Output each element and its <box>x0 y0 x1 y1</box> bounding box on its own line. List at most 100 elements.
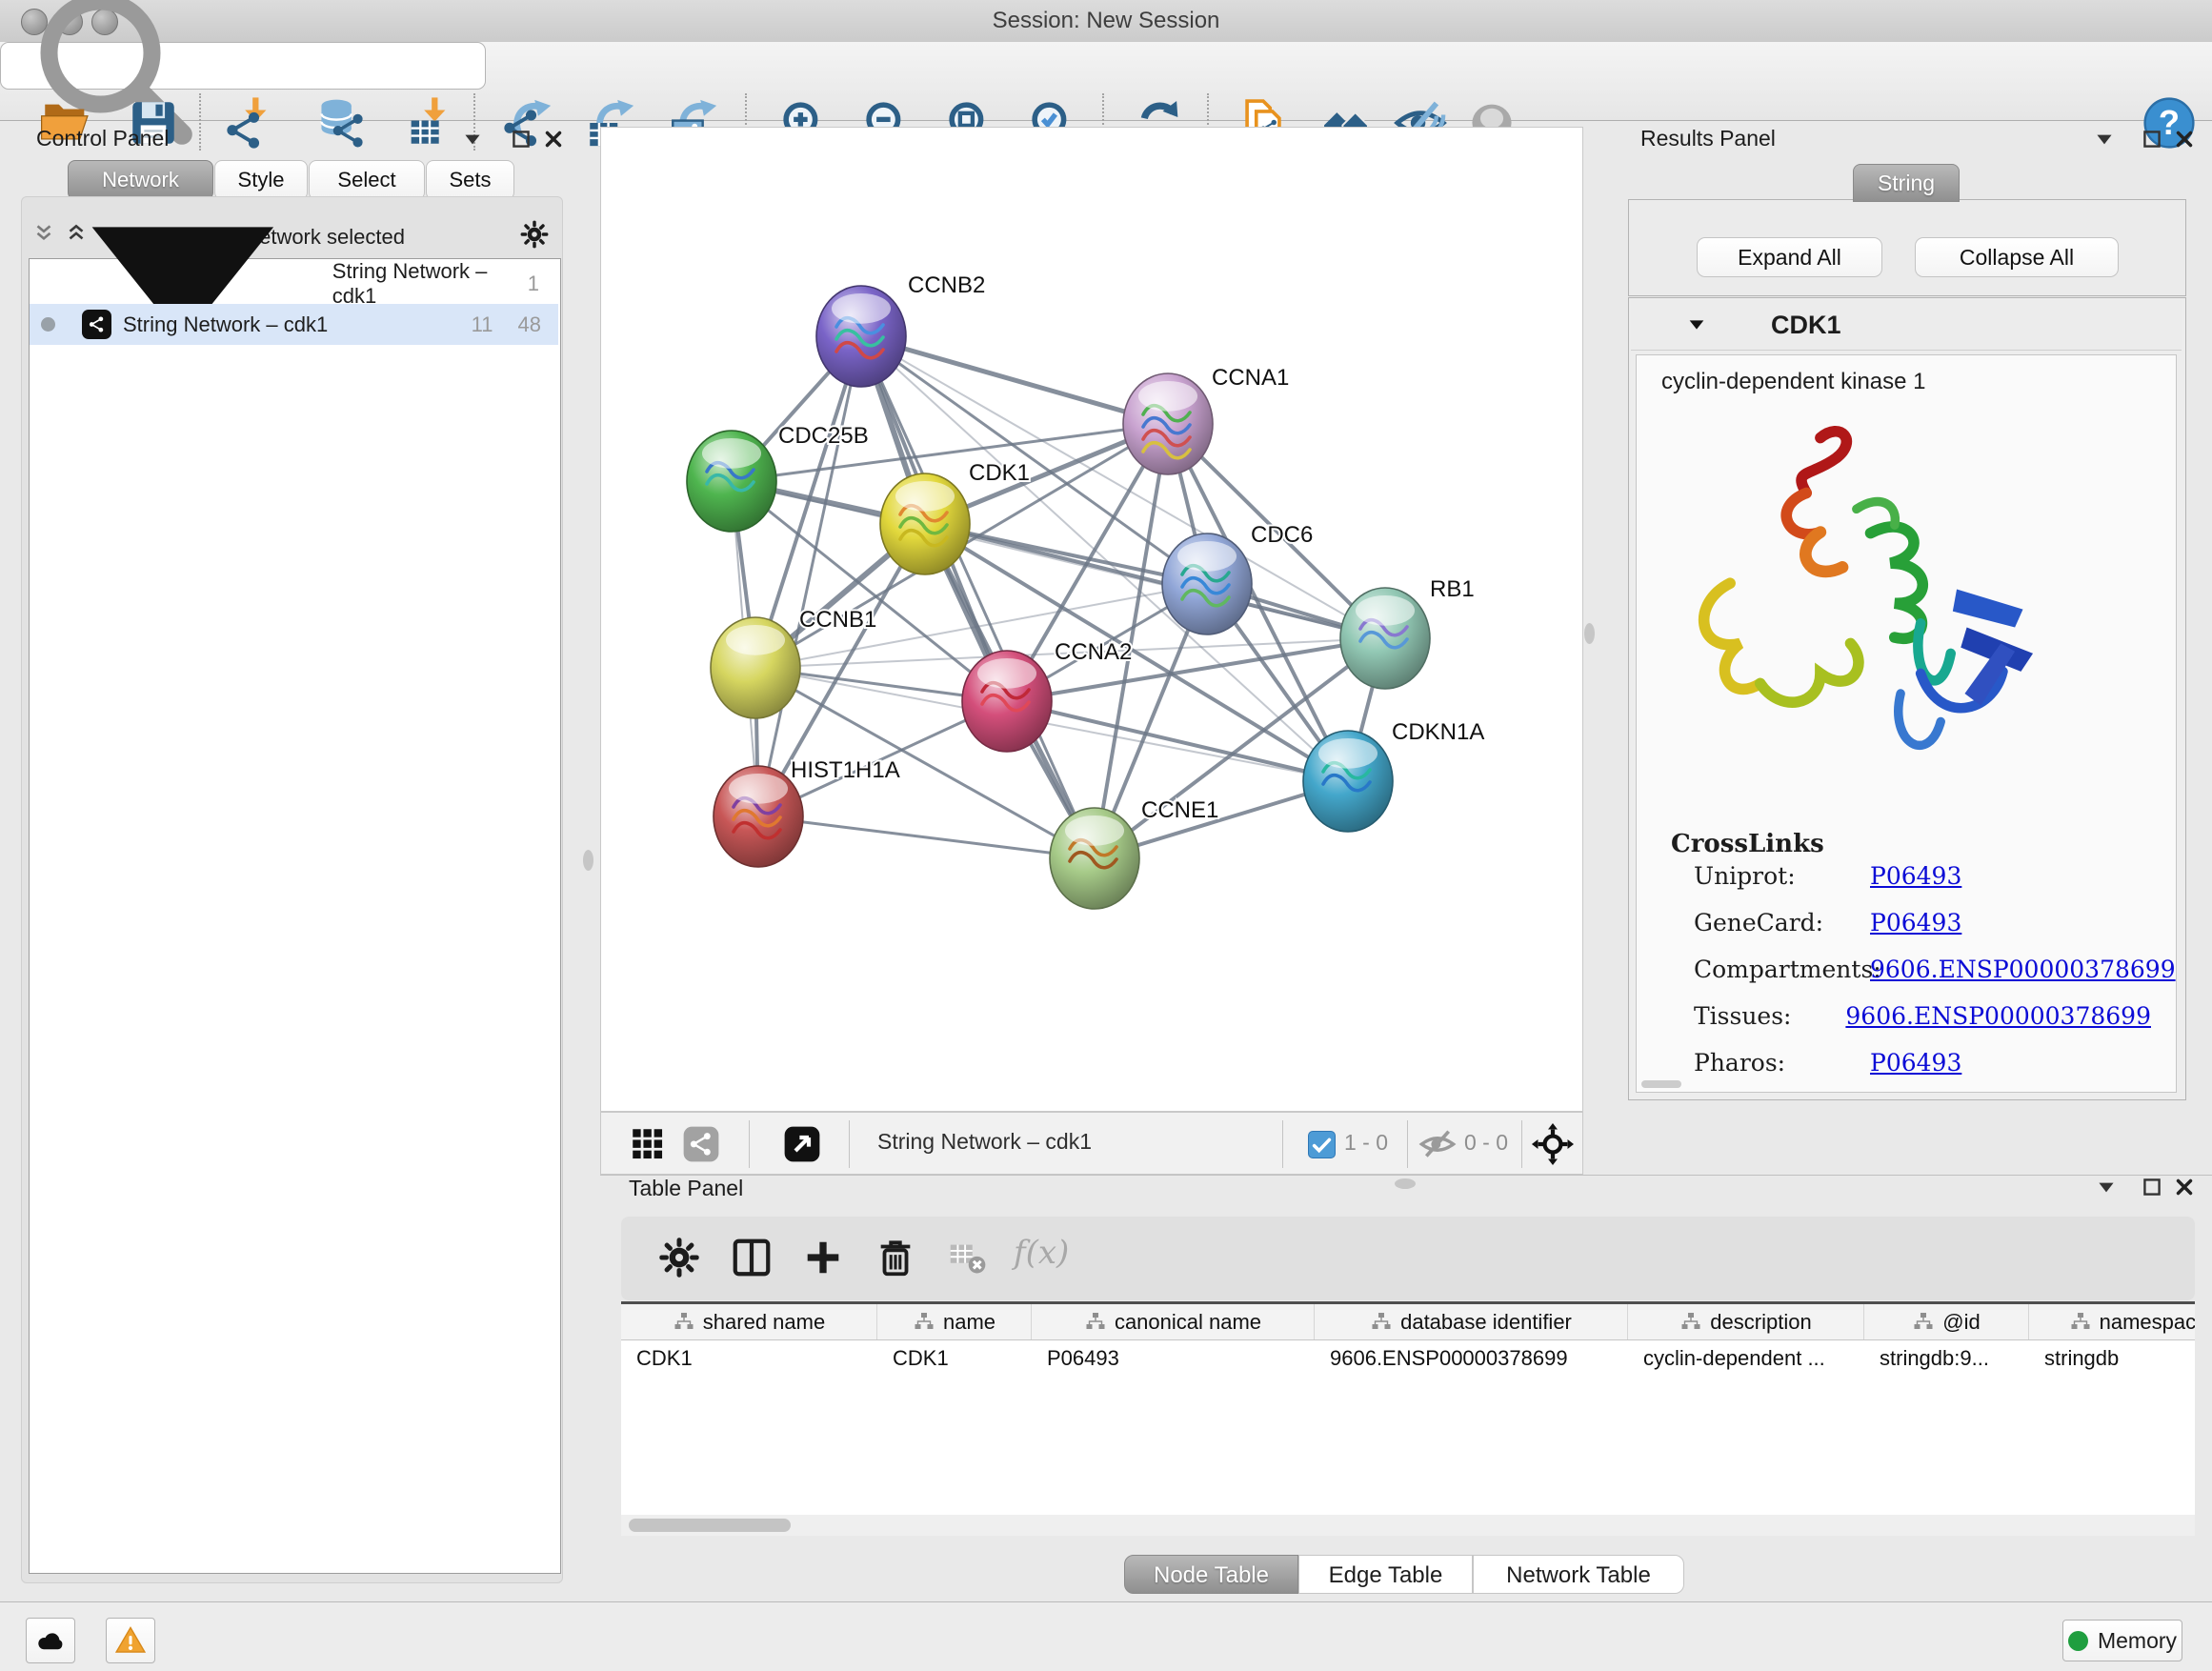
open-in-browser-icon[interactable] <box>782 1124 822 1164</box>
expand-all-button[interactable]: Expand All <box>1697 237 1882 277</box>
crosslink-row: Pharos:P06493 <box>1694 1049 2151 1077</box>
table-panel-float-icon[interactable] <box>2140 1175 2164 1199</box>
crosslink-row: Tissues:9606.ENSP00000378699 <box>1694 1002 2151 1030</box>
left-splitter-handle[interactable] <box>583 850 593 871</box>
column-header--id[interactable]: @id <box>1864 1304 2029 1340</box>
warnings-button[interactable] <box>106 1618 155 1663</box>
cloud-icon <box>34 1624 67 1657</box>
table-cell[interactable]: cyclin-dependent ... <box>1643 1346 1825 1371</box>
node-label-CCNB1: CCNB1 <box>799 607 876 633</box>
import-network-database-icon[interactable] <box>313 95 369 151</box>
collapse-all-button[interactable]: Collapse All <box>1915 237 2119 277</box>
birdseye-navigator-icon[interactable] <box>1531 1122 1575 1166</box>
table-cell[interactable]: CDK1 <box>893 1346 949 1371</box>
crosslink-link[interactable]: 9606.ENSP00000378699 <box>1870 956 2176 983</box>
control-panel-close-icon[interactable] <box>541 127 566 151</box>
network-status-dot <box>41 317 55 332</box>
node-CDC25B[interactable]: CDC25B <box>687 423 869 532</box>
node-CDC6[interactable]: CDC6 <box>1162 522 1313 634</box>
import-network-file-icon[interactable] <box>223 95 278 151</box>
edge-CCNB2-CCNA1[interactable] <box>861 336 1168 424</box>
column-header-canonical-name[interactable]: canonical name <box>1032 1304 1315 1340</box>
delete-column-icon[interactable] <box>874 1236 917 1279</box>
memory-button[interactable]: Memory <box>2062 1620 2182 1661</box>
results-panel-menu-icon[interactable] <box>2092 127 2117 151</box>
memory-ok-dot <box>2068 1631 2088 1651</box>
table-cell[interactable]: stringdb <box>2044 1346 2119 1371</box>
selected-indicator-checkbox[interactable] <box>1308 1131 1336 1158</box>
network-tree-root-row[interactable]: String Network – cdk1 1 <box>30 263 558 304</box>
crosslink-link[interactable]: P06493 <box>1870 909 1961 936</box>
table-cell[interactable]: 9606.ENSP00000378699 <box>1330 1346 1568 1371</box>
tab-network-table[interactable]: Network Table <box>1473 1555 1684 1594</box>
show-columns-icon[interactable] <box>730 1236 774 1279</box>
table-cell[interactable]: P06493 <box>1047 1346 1119 1371</box>
crosslink-row: Compartments:9606.ENSP00000378699 <box>1694 956 2151 983</box>
gene-entry-header[interactable]: CDK1 <box>1631 300 2182 351</box>
network-collection-label: String Network – cdk1 <box>332 259 528 309</box>
node-CCNE1[interactable]: CCNE1 <box>1050 797 1218 909</box>
network-graph[interactable]: CCNB2CCNA1CDC25BCDK1CDC6RB1CCNB1CCNA2CDK… <box>601 128 1582 1111</box>
crosslink-link[interactable]: P06493 <box>1870 862 1961 890</box>
collapse-entry-icon[interactable] <box>1686 314 1707 335</box>
results-hscrollbar[interactable] <box>1641 1080 1681 1088</box>
main-toolbar: ? <box>0 42 2212 121</box>
table-panel-menu-icon[interactable] <box>2094 1175 2119 1199</box>
tab-node-table[interactable]: Node Table <box>1124 1555 1298 1594</box>
edge-CCNB2-HIST1H1A[interactable] <box>758 336 861 816</box>
column-header-database-identifier[interactable]: database identifier <box>1315 1304 1628 1340</box>
table-panel-title: Table Panel <box>629 1176 743 1201</box>
column-header-namespace[interactable]: namespace <box>2029 1304 2195 1340</box>
create-column-icon[interactable] <box>801 1236 845 1279</box>
crosslinks-list: Uniprot:P06493GeneCard:P06493Compartment… <box>1694 862 2151 1096</box>
crosslink-link[interactable]: P06493 <box>1870 1049 1961 1077</box>
column-header-description[interactable]: description <box>1628 1304 1864 1340</box>
network-options-gear-icon[interactable] <box>519 219 550 250</box>
edge-CCNA2-CDKN1A[interactable] <box>1007 701 1348 781</box>
tab-string[interactable]: String <box>1853 164 1960 202</box>
results-panel-float-icon[interactable] <box>2140 127 2164 151</box>
crosslink-label: Pharos: <box>1694 1049 1870 1077</box>
search-input[interactable] <box>207 46 485 86</box>
edge-CCNE1-HIST1H1A[interactable] <box>758 816 1095 858</box>
column-header-name[interactable]: name <box>877 1304 1032 1340</box>
table-cell[interactable]: stringdb:9... <box>1880 1346 1989 1371</box>
node-label-RB1: RB1 <box>1430 576 1475 602</box>
table-hscrollbar-thumb[interactable] <box>629 1519 791 1532</box>
string-panel-icon[interactable] <box>681 1124 721 1164</box>
node-CDKN1A[interactable]: CDKN1A <box>1303 719 1484 832</box>
crosslink-link[interactable]: 9606.ENSP00000378699 <box>1845 1002 2151 1030</box>
search-box[interactable] <box>0 42 486 90</box>
memory-label: Memory <box>2098 1628 2177 1654</box>
node-label-CDC6: CDC6 <box>1251 522 1313 548</box>
crosslink-row: GeneCard:P06493 <box>1694 909 2151 936</box>
node-HIST1H1A[interactable]: HIST1H1A <box>714 757 900 867</box>
gene-name: CDK1 <box>1771 311 1841 340</box>
separator <box>1407 1120 1408 1168</box>
node-RB1[interactable]: RB1 <box>1340 576 1475 689</box>
tab-edge-table[interactable]: Edge Table <box>1298 1555 1473 1594</box>
tab-select[interactable]: Select <box>309 160 425 200</box>
tab-sets[interactable]: Sets <box>426 160 514 200</box>
table-panel-close-icon[interactable] <box>2172 1175 2197 1199</box>
warning-icon <box>114 1624 147 1657</box>
toolbar-separator <box>199 93 201 151</box>
table-header-row: shared namenamecanonical namedatabase id… <box>621 1301 2195 1340</box>
collapse-tree-icon[interactable] <box>47 148 319 420</box>
right-splitter-handle[interactable] <box>1584 623 1595 644</box>
control-panel-menu-icon[interactable] <box>460 127 485 151</box>
table-cell[interactable]: CDK1 <box>636 1346 693 1371</box>
node-CCNB2[interactable]: CCNB2 <box>816 272 985 387</box>
birdseye-grid-icon[interactable] <box>628 1124 668 1164</box>
crosslink-label: Uniprot: <box>1694 862 1870 890</box>
node-CCNA1[interactable]: CCNA1 <box>1123 365 1289 474</box>
status-bar: Memory <box>0 1601 2212 1671</box>
table-options-gear-icon[interactable] <box>657 1236 701 1279</box>
cloud-status-button[interactable] <box>26 1618 75 1663</box>
network-canvas[interactable]: CCNB2CCNA1CDC25BCDK1CDC6RB1CCNB1CCNA2CDK… <box>600 127 1583 1112</box>
column-header-shared-name[interactable]: shared name <box>621 1304 877 1340</box>
network-tree-row-selected[interactable]: String Network – cdk1 11 48 <box>30 304 558 345</box>
results-panel-close-icon[interactable] <box>2172 127 2197 151</box>
import-table-icon[interactable] <box>402 95 457 151</box>
control-panel-float-icon[interactable] <box>509 127 533 151</box>
